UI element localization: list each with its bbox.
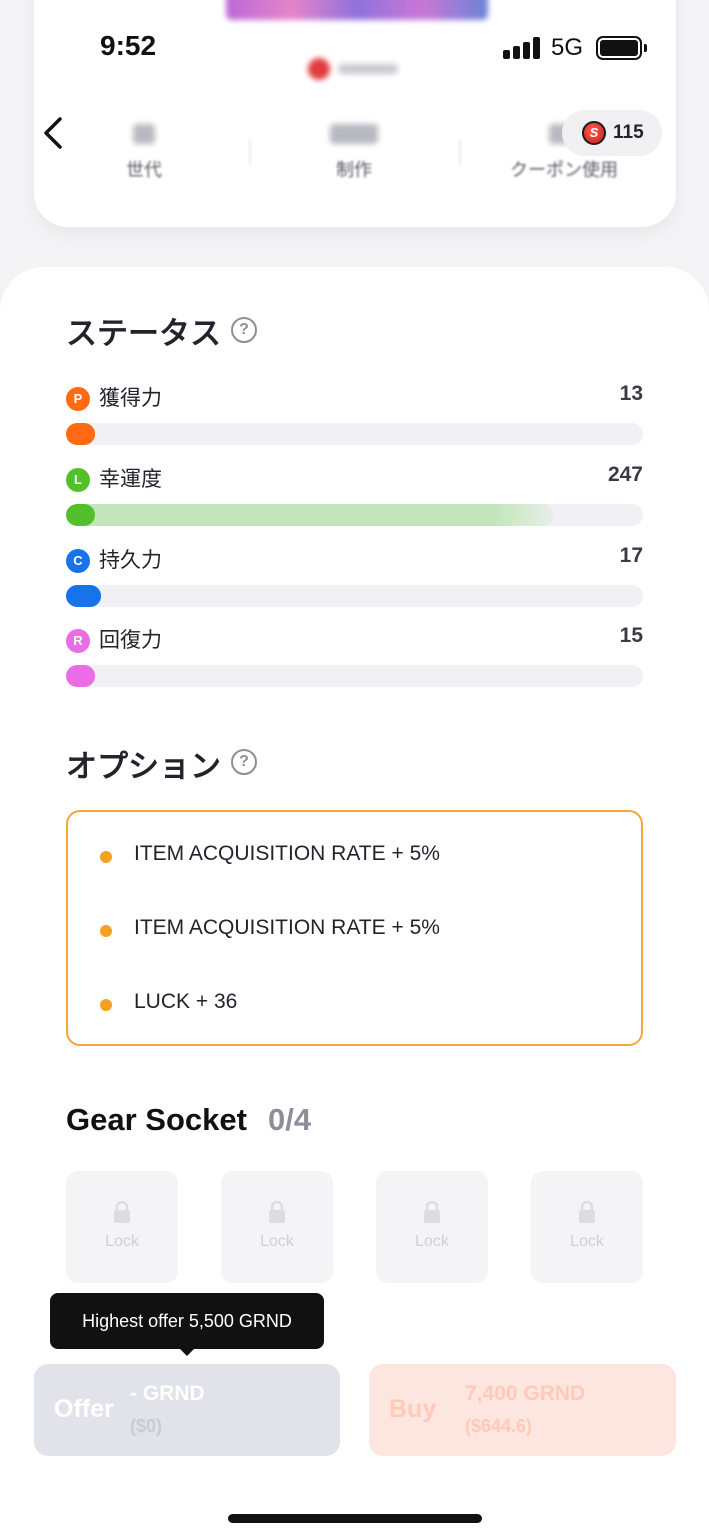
stat-crafting: 制作 (264, 120, 444, 182)
options-help-icon[interactable]: ? (231, 749, 257, 775)
stat-bar-track (66, 665, 643, 687)
chevron-left-icon (44, 117, 62, 149)
stat-name: 獲得力 (99, 386, 162, 410)
socket-label: Lock (260, 1233, 294, 1250)
coin-balance: 115 (613, 122, 644, 143)
stat-bar-fill (66, 504, 95, 526)
buy-price: 7,400 GRND (465, 1382, 586, 1405)
stat-value: 13 (619, 382, 643, 405)
lock-icon (424, 1201, 440, 1223)
gear-socket-title: Gear Socket (66, 1102, 247, 1137)
tooltip-arrow (179, 1348, 195, 1356)
status-title: ステータス (66, 316, 221, 352)
lock-icon (579, 1201, 595, 1223)
divider (459, 140, 461, 166)
gear-socket-slot-1[interactable]: Lock (66, 1171, 178, 1283)
stat-bar-track (66, 585, 643, 607)
coin-icon: S (582, 121, 606, 145)
blurred-price (308, 58, 404, 80)
network-type: 5G (551, 34, 584, 61)
option-item: ITEM ACQUISITION RATE + 5% (100, 914, 600, 944)
stat-generation: 世代 (54, 120, 234, 182)
bullet-dot (100, 925, 112, 937)
buy-button[interactable]: Buy 7,400 GRND ($644.6) (369, 1364, 676, 1456)
buy-label: Buy (389, 1395, 437, 1423)
offer-price: - GRND (130, 1382, 205, 1405)
stat-value: 247 (607, 463, 643, 486)
option-item: ITEM ACQUISITION RATE + 5% (100, 840, 600, 870)
stat-row-acquisition: P 獲得力 13 (66, 380, 643, 450)
stat-name: 幸運度 (99, 467, 162, 491)
bullet-dot (100, 851, 112, 863)
coin-balance-pill[interactable]: S 115 (562, 110, 662, 156)
home-indicator (228, 1514, 482, 1523)
cellular-signal-icon (503, 37, 541, 59)
stat-bar-fill (66, 585, 101, 607)
option-text: ITEM ACQUISITION RATE + 5% (134, 842, 440, 865)
stat-row-recovery: R 回復力 15 (66, 622, 643, 692)
status-help-icon[interactable]: ? (231, 317, 257, 343)
stat-name: 持久力 (99, 548, 162, 572)
stat-crafting-label: 制作 (336, 160, 372, 181)
stat-bar-fill (66, 665, 95, 687)
item-image-blurred (226, 0, 488, 20)
buy-usd: ($644.6) (465, 1416, 533, 1436)
stat-badge-r: R (66, 629, 90, 653)
back-button[interactable] (38, 114, 72, 152)
gear-socket-slot-4[interactable]: Lock (531, 1171, 643, 1283)
stat-coupon-label: クーポン使用 (510, 160, 618, 181)
socket-label: Lock (415, 1233, 449, 1250)
option-text: ITEM ACQUISITION RATE + 5% (134, 916, 440, 939)
stat-badge-c: C (66, 549, 90, 573)
lock-icon (269, 1201, 285, 1223)
battery-icon (596, 36, 642, 60)
stat-badge-p: P (66, 387, 90, 411)
stat-bar-track (66, 504, 643, 526)
stat-generation-label: 世代 (126, 160, 162, 181)
options-box: ITEM ACQUISITION RATE + 5% ITEM ACQUISIT… (66, 810, 643, 1046)
gear-socket-slot-3[interactable]: Lock (376, 1171, 488, 1283)
highest-offer-tooltip: Highest offer 5,500 GRND (50, 1293, 324, 1349)
divider (249, 140, 251, 166)
stat-bar-extension (66, 504, 554, 526)
gear-socket-slot-2[interactable]: Lock (221, 1171, 333, 1283)
stat-name: 回復力 (99, 628, 162, 652)
socket-label: Lock (570, 1233, 604, 1250)
offer-usd: ($0) (130, 1416, 163, 1436)
stat-bar-fill (66, 423, 95, 445)
stat-value: 17 (619, 544, 643, 567)
option-text: LUCK + 36 (134, 990, 238, 1013)
stat-row-durability: C 持久力 17 (66, 542, 643, 612)
socket-label: Lock (105, 1233, 139, 1250)
bullet-dot (100, 999, 112, 1011)
battery-tip (644, 44, 647, 52)
stat-bar-track (66, 423, 643, 445)
stat-badge-l: L (66, 468, 90, 492)
status-time: 9:52 (100, 30, 157, 61)
options-title: オプション (66, 749, 221, 785)
offer-label: Offer (54, 1395, 114, 1423)
stat-value: 15 (619, 624, 643, 647)
gear-socket-count: 0/4 (268, 1102, 312, 1137)
offer-button[interactable]: Offer - GRND ($0) (34, 1364, 340, 1456)
lock-icon (114, 1201, 130, 1223)
option-item: LUCK + 36 (100, 988, 600, 1018)
stat-row-luck: L 幸運度 247 (66, 461, 643, 531)
